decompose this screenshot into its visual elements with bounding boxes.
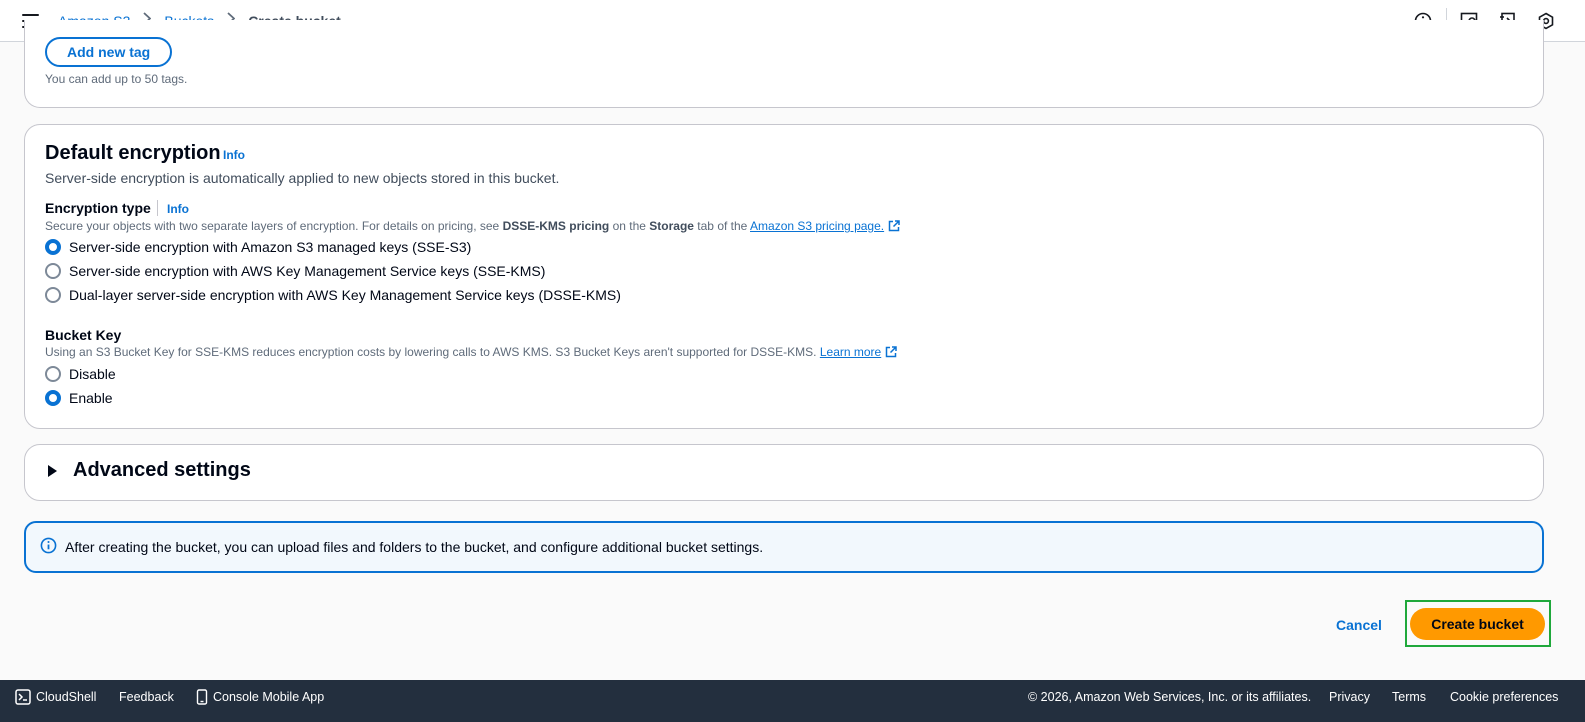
radio-button-checked[interactable] [45, 239, 61, 255]
radio-bucket-key-enable[interactable]: Enable [45, 388, 113, 408]
radio-button[interactable] [45, 263, 61, 279]
copyright-text: © 2026, Amazon Web Services, Inc. or its… [1028, 690, 1312, 704]
caret-right-icon [48, 464, 57, 477]
console-mobile-app-link[interactable]: Console Mobile App [196, 680, 324, 714]
cloudshell-link[interactable]: CloudShell [15, 680, 96, 714]
cancel-button[interactable]: Cancel [1324, 610, 1394, 640]
encryption-type-description: Secure your objects with two separate la… [45, 219, 900, 235]
terms-link[interactable]: Terms [1392, 680, 1426, 714]
default-encryption-info-link[interactable]: Info [223, 148, 245, 162]
encryption-type-label: Encryption type [45, 200, 151, 216]
cookie-preferences-link[interactable]: Cookie preferences [1450, 680, 1558, 714]
advanced-settings-toggle[interactable]: Advanced settings [45, 459, 251, 482]
info-icon [40, 537, 57, 557]
radio-bucket-key-disable[interactable]: Disable [45, 364, 116, 384]
encryption-type-info-link[interactable]: Info [167, 202, 189, 216]
mobile-phone-icon [196, 689, 208, 705]
bucket-key-label: Bucket Key [45, 327, 122, 343]
add-new-tag-button[interactable]: Add new tag [45, 37, 173, 67]
advanced-settings-title: Advanced settings [73, 459, 251, 481]
s3-pricing-link[interactable]: Amazon S3 pricing page. [750, 219, 884, 233]
radio-button-checked[interactable] [45, 390, 61, 406]
tags-hint: You can add up to 50 tags. [45, 72, 188, 86]
radio-dsse-kms[interactable]: Dual-layer server-side encryption with A… [45, 285, 621, 305]
advanced-settings-panel: Advanced settings [24, 444, 1544, 501]
footer: CloudShell Feedback Console Mobile App ©… [0, 680, 1585, 722]
label-separator [157, 200, 158, 216]
privacy-link[interactable]: Privacy [1329, 680, 1370, 714]
radio-button[interactable] [45, 366, 61, 382]
feedback-link[interactable]: Feedback [119, 680, 174, 714]
bucket-key-description: Using an S3 Bucket Key for SSE-KMS reduc… [45, 345, 897, 361]
external-link-icon [888, 220, 900, 235]
learn-more-link[interactable]: Learn more [820, 345, 881, 359]
default-encryption-description: Server-side encryption is automatically … [45, 170, 560, 186]
info-alert: After creating the bucket, you can uploa… [24, 521, 1544, 573]
terminal-icon [15, 689, 31, 705]
radio-button[interactable] [45, 287, 61, 303]
default-encryption-panel: Default encryption Info Server-side encr… [24, 124, 1544, 429]
external-link-icon [885, 346, 897, 361]
info-alert-text: After creating the bucket, you can uploa… [65, 539, 764, 555]
radio-sse-s3[interactable]: Server-side encryption with Amazon S3 ma… [45, 237, 471, 257]
default-encryption-title: Default encryption [45, 142, 221, 164]
radio-sse-kms[interactable]: Server-side encryption with AWS Key Mana… [45, 261, 545, 281]
create-bucket-button[interactable]: Create bucket [1410, 608, 1545, 640]
tags-panel: Add new tag You can add up to 50 tags. [24, 20, 1544, 108]
